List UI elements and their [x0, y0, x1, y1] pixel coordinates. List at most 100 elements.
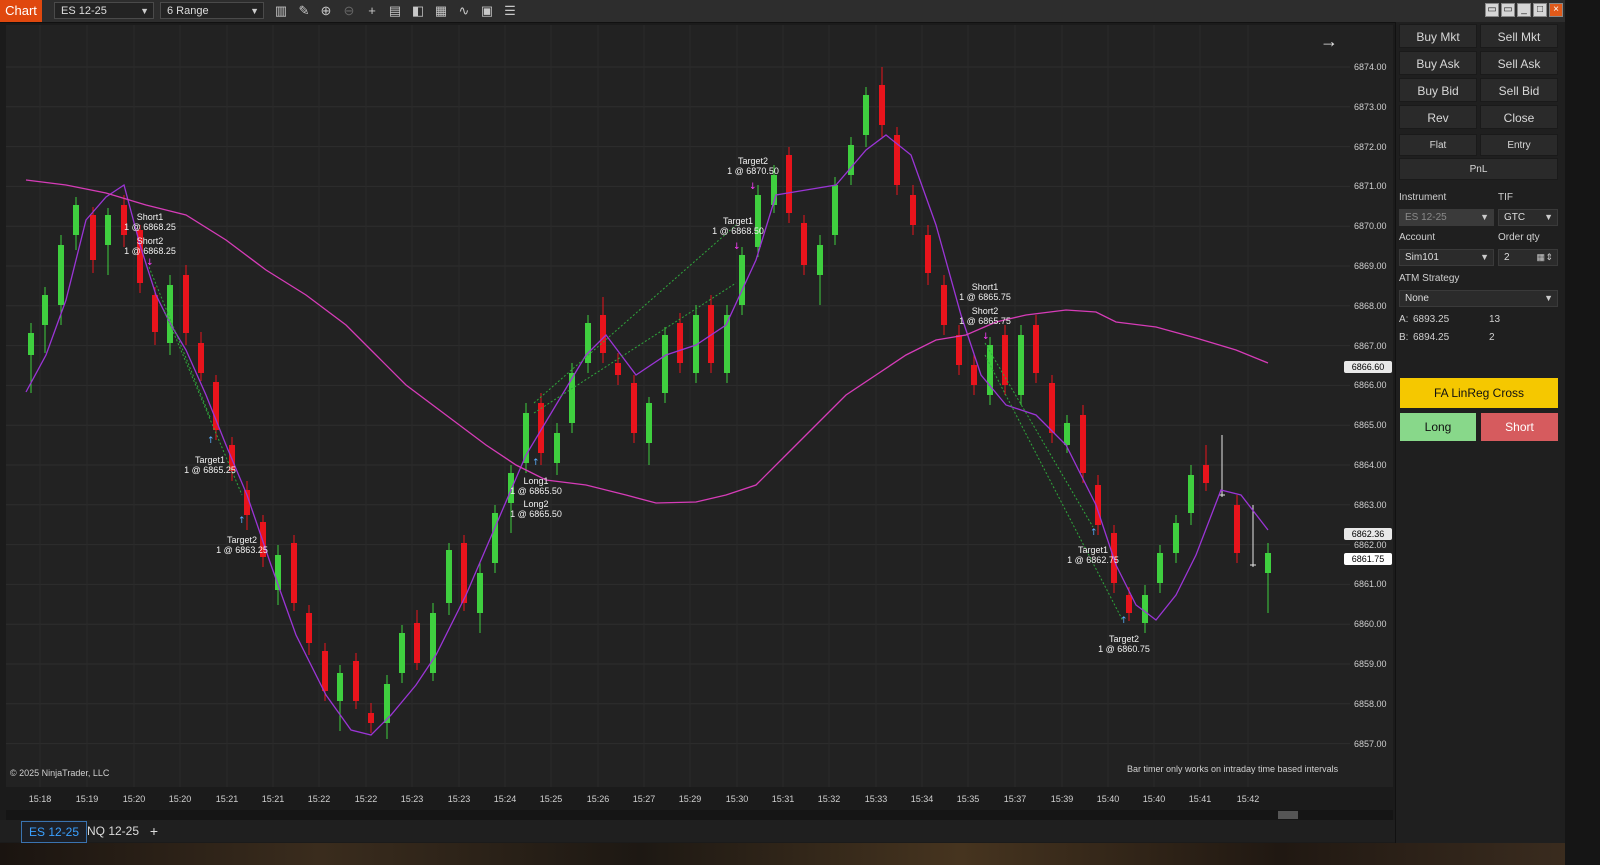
horizontal-scrollbar[interactable]: [6, 810, 1393, 820]
instrument-selector[interactable]: ES 12-25 ▼: [54, 2, 154, 19]
account-label: Account: [1399, 232, 1436, 243]
chevron-down-icon: ▼: [1544, 293, 1553, 303]
time-label: 15:21: [215, 794, 239, 804]
flat-button[interactable]: Flat: [1399, 134, 1477, 156]
tif-select[interactable]: GTC ▼: [1498, 209, 1558, 226]
long-button[interactable]: Long: [1400, 413, 1476, 441]
close-position-button[interactable]: Close: [1480, 105, 1558, 129]
annotation-label: Target1: [722, 216, 754, 226]
annotation-detail: 1 @ 6865.25: [184, 465, 236, 475]
bid-size: 2: [1489, 332, 1495, 343]
price-chart: ↓ ↑ ↑ ↑ ↓ ↓ ↓ ↑ ↑: [6, 25, 1350, 787]
candle-body: [1265, 553, 1271, 573]
candle-body: [1203, 465, 1209, 483]
candle-body: [631, 383, 637, 433]
buy-ask-button[interactable]: Buy Ask: [1399, 51, 1477, 75]
time-label: 15:42: [1236, 794, 1260, 804]
candle-body: [971, 365, 977, 385]
strategies-icon[interactable]: ▣: [479, 3, 495, 19]
time-label: 15:27: [632, 794, 656, 804]
candle-body: [739, 255, 745, 305]
arrow-right-icon[interactable]: →: [1320, 31, 1338, 52]
candle-body: [306, 613, 312, 643]
zoom-out-icon[interactable]: ⊖: [341, 3, 357, 19]
crosshair-icon[interactable]: +: [364, 3, 380, 19]
order-qty-input[interactable]: 2 ▦ ⇕: [1498, 249, 1558, 266]
time-label: 15:40: [1142, 794, 1166, 804]
atm-strategy-select[interactable]: None ▼: [1399, 290, 1558, 307]
bar-timer-message: Bar timer only works on intraday time ba…: [1127, 764, 1339, 774]
ask-price: 6893.25: [1413, 314, 1450, 325]
tab-nq[interactable]: NQ 12-25: [80, 821, 146, 841]
trade-annotation: Target1 1 @ 6862.75: [1067, 545, 1119, 565]
annotation-label: Target1: [1077, 545, 1109, 555]
candle-body: [167, 285, 173, 343]
sell-ask-button[interactable]: Sell Ask: [1480, 51, 1558, 75]
pencil-icon[interactable]: ✎: [296, 3, 312, 19]
calculator-icon[interactable]: ▦: [1536, 250, 1545, 265]
candle-body: [569, 373, 575, 423]
templates-icon[interactable]: ◧: [410, 3, 426, 19]
price-label: 6872.00: [1354, 141, 1387, 152]
candle-body: [1018, 335, 1024, 395]
scrollbar-thumb[interactable]: [1278, 811, 1298, 819]
trade-annotation: Target1 1 @ 6865.25: [184, 455, 236, 475]
properties-icon[interactable]: ▤: [387, 3, 403, 19]
bar-type-selector[interactable]: 6 Range ▼: [160, 2, 264, 19]
zoom-in-icon[interactable]: ⊕: [318, 3, 334, 19]
short-button[interactable]: Short: [1481, 413, 1558, 441]
candle-body: [1188, 475, 1194, 513]
candle-body: [414, 623, 420, 663]
data-box-icon[interactable]: ▦: [433, 3, 449, 19]
close-icon[interactable]: ×: [1549, 3, 1563, 17]
price-label: 6871.00: [1354, 181, 1387, 192]
time-label: 15:18: [28, 794, 52, 804]
buy-mkt-button[interactable]: Buy Mkt: [1399, 24, 1477, 48]
candle-body: [941, 285, 947, 325]
price-label: 6858.00: [1354, 698, 1387, 709]
execution-arrow-icon: ↓: [982, 332, 990, 342]
indicators-icon[interactable]: ∿: [456, 3, 472, 19]
time-label: 15:26: [586, 794, 610, 804]
stepper-icon[interactable]: ⇕: [1545, 250, 1553, 265]
account-select[interactable]: Sim101 ▼: [1399, 249, 1494, 266]
price-label: 6860.00: [1354, 619, 1387, 630]
annotation-detail: 1 @ 6868.25: [124, 246, 176, 256]
price-marker: 6861.75: [1344, 553, 1392, 565]
max-icon[interactable]: □: [1533, 3, 1547, 17]
minimize-icon[interactable]: _: [1517, 3, 1531, 17]
sell-bid-button[interactable]: Sell Bid: [1480, 78, 1558, 102]
trade-annotation: Target2 1 @ 6860.75: [1098, 634, 1150, 654]
price-label: 6859.00: [1354, 659, 1387, 669]
restore-icon[interactable]: ▭: [1485, 3, 1499, 17]
maximize-icon[interactable]: ▭: [1501, 3, 1515, 17]
price-label: 6865.00: [1354, 420, 1387, 431]
instrument-select[interactable]: ES 12-25 ▼: [1399, 209, 1494, 226]
candle-body: [73, 205, 79, 235]
candle-body: [291, 543, 297, 603]
tab-es[interactable]: ES 12-25: [21, 821, 88, 843]
sell-mkt-button[interactable]: Sell Mkt: [1480, 24, 1558, 48]
app-title[interactable]: Chart: [0, 0, 42, 22]
instrument-select-value: ES 12-25: [1405, 212, 1447, 223]
buy-bid-button[interactable]: Buy Bid: [1399, 78, 1477, 102]
candle-body: [213, 382, 219, 430]
entry-button[interactable]: Entry: [1480, 134, 1558, 156]
tif-select-value: GTC: [1504, 212, 1526, 223]
add-tab-icon[interactable]: +: [146, 822, 162, 840]
bid-price: 6894.25: [1413, 332, 1450, 343]
price-axis[interactable]: 6874.00 6873.00 6872.00 6871.00 6870.00 6869.…: [1344, 25, 1395, 787]
fa-linreg-cross-button[interactable]: FA LinReg Cross: [1400, 378, 1558, 408]
bars-icon[interactable]: ▥: [273, 3, 289, 19]
annotation-detail: 1 @ 6865.75: [959, 292, 1011, 302]
pnl-display[interactable]: PnL: [1399, 158, 1558, 180]
list-icon[interactable]: ☰: [502, 3, 518, 19]
candle-body: [368, 713, 374, 723]
annotation-label: Long2: [523, 499, 549, 509]
candle-body: [430, 613, 436, 673]
rev-button[interactable]: Rev: [1399, 105, 1477, 129]
chart-panel[interactable]: ↓ ↑ ↑ ↑ ↓ ↓ ↓ ↑ ↑: [6, 25, 1393, 787]
price-label: 6866.00: [1354, 380, 1387, 391]
execution-arrow-icon: ↑: [532, 458, 540, 468]
execution-arrow-icon: ↑: [1120, 616, 1128, 626]
